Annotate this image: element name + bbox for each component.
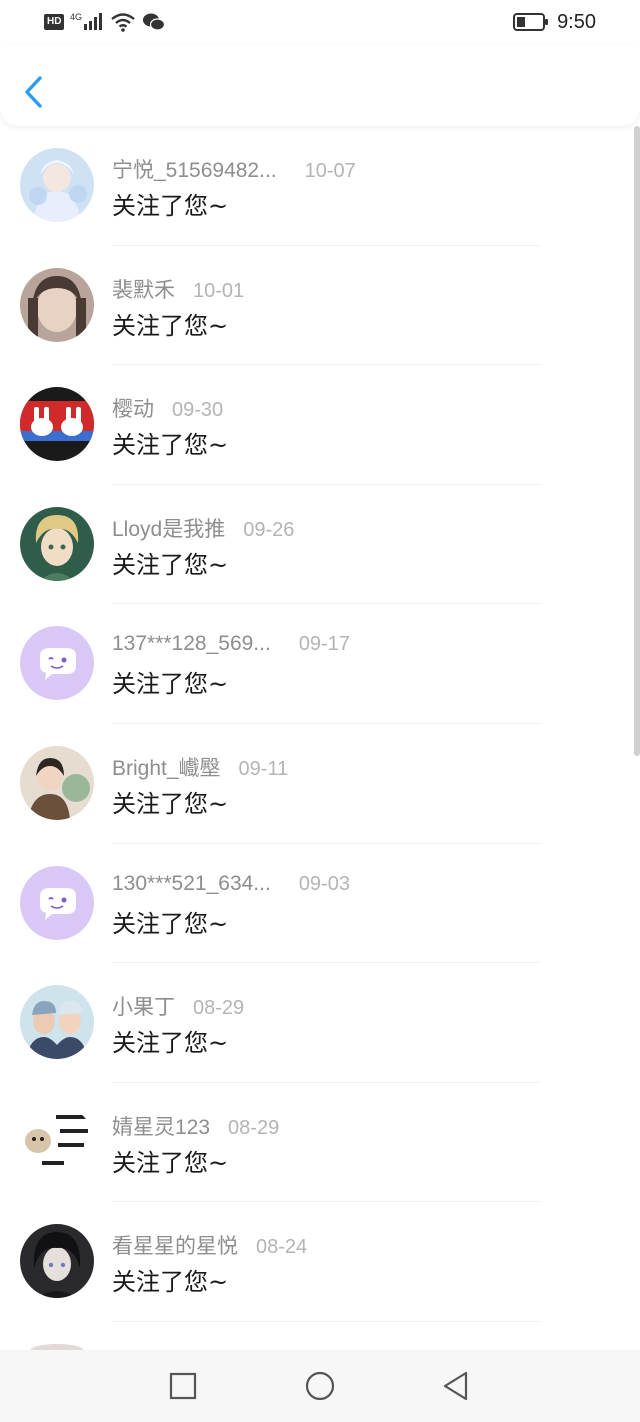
network-label: 4G [70,12,82,22]
wifi-icon [111,13,136,32]
follow-date: 10-01 [193,279,245,302]
list-item[interactable]: Lloyd是我推 09-26 关注了您~ [0,485,640,605]
girl-photo-avatar[interactable] [20,267,94,342]
signal-icon: 4G [70,12,103,30]
user-name[interactable]: Lloyd是我推 [112,513,225,543]
item-meta: Lloyd是我推 09-26 [112,513,294,543]
page-header [0,44,640,126]
follow-date: 09-30 [172,399,224,422]
user-name[interactable]: 小果丁 [112,991,175,1021]
follow-date: 08-24 [256,1236,308,1259]
hd-badge: HD [44,14,65,30]
list-item[interactable]: 130***521_634... 09-03 关注了您~ [0,844,640,964]
item-meta: 小果丁 08-29 [112,991,244,1021]
list-item[interactable]: 婧星灵123 08-29 关注了您~ [0,1083,640,1203]
item-meta: 樱动 09-30 [112,393,223,423]
follow-notification-list[interactable]: 宁悦_51569482... 10-07 关注了您~ 裴默禾 10-01 关注了… [0,126,640,1350]
follow-date: 08-29 [228,1116,280,1139]
circle-icon [305,1371,335,1401]
list-item[interactable]: 宁悦_51569482... 10-07 关注了您~ [0,126,640,246]
default-chat-avatar[interactable] [20,626,94,701]
anime-angel-avatar[interactable] [20,148,94,222]
kid-photo-avatar[interactable] [20,745,94,820]
anime-boy-avatar[interactable] [20,506,94,581]
user-name[interactable]: 婧星灵123 [112,1111,210,1141]
triangle-back-icon [443,1371,468,1401]
list-item[interactable]: 樱动 09-30 关注了您~ [0,365,640,485]
meme-sticker-avatar[interactable] [20,1104,94,1179]
scrollbar[interactable] [634,126,640,756]
list-item[interactable]: 137***128_569... 09-17 关注了您~ [0,604,640,724]
follow-message: 关注了您~ [112,909,229,938]
status-bar: HD 4G 9:50 [0,0,640,44]
system-back-button[interactable] [440,1370,472,1402]
user-name[interactable]: 樱动 [112,393,154,423]
item-meta: 130***521_634... 09-03 [112,872,350,896]
follow-message: 关注了您~ [112,1148,229,1177]
item-meta: 宁悦_51569482... 10-07 [112,154,356,184]
follow-message: 关注了您~ [112,789,229,818]
item-meta: 裴默禾 10-01 [112,274,244,304]
default-chat-avatar[interactable] [20,865,94,940]
item-meta: Bright_巇壂 09-11 [112,752,288,782]
system-nav-bar [0,1350,640,1422]
status-right: 9:50 [513,8,596,36]
follow-message: 关注了您~ [112,670,229,699]
follow-date: 10-07 [304,160,356,182]
list-item[interactable]: Bright_巇壂 09-11 关注了您~ [0,724,640,844]
list-item[interactable]: 看星星的星悦 08-24 关注了您~ [0,1202,640,1322]
clock: 9:50 [557,10,596,33]
bunny-logo-avatar[interactable] [20,387,94,462]
follow-message: 关注了您~ [112,431,229,460]
item-meta: 婧星灵123 08-29 [112,1111,279,1141]
user-name[interactable]: 130***521_634... [112,872,271,896]
wechat-icon [143,13,166,31]
user-name[interactable]: 宁悦_51569482... [112,154,277,184]
status-left: HD 4G [44,10,166,34]
follow-message: 关注了您~ [112,192,229,220]
selfie-photo-avatar[interactable] [20,985,94,1060]
follow-date: 09-11 [238,757,289,780]
item-meta: 137***128_569... 09-17 [112,632,350,656]
follow-message: 关注了您~ [112,1268,229,1297]
battery-icon [513,13,549,31]
list-item[interactable]: 小果丁 08-29 关注了您~ [0,963,640,1083]
follow-date: 08-29 [193,997,245,1020]
item-meta: 看星星的星悦 08-24 [112,1230,307,1260]
user-name[interactable]: 看星星的星悦 [112,1230,238,1260]
follow-date: 09-03 [298,872,350,895]
user-name[interactable]: 裴默禾 [112,274,175,304]
user-name[interactable]: 137***128_569... [112,632,271,656]
back-button[interactable] [18,72,52,112]
recent-apps-button[interactable] [167,1370,199,1402]
user-name[interactable]: Bright_巇壂 [112,752,221,782]
list-item[interactable]: 裴默禾 10-01 关注了您~ [0,246,640,366]
chevron-left-icon [25,76,42,108]
follow-message: 关注了您~ [112,1029,229,1058]
square-icon [169,1372,197,1400]
follow-date: 09-17 [298,633,350,656]
follow-message: 关注了您~ [112,550,229,579]
dark-anime-avatar[interactable] [20,1224,94,1299]
follow-message: 关注了您~ [112,311,229,340]
follow-date: 09-26 [243,518,295,541]
home-button[interactable] [304,1370,336,1402]
